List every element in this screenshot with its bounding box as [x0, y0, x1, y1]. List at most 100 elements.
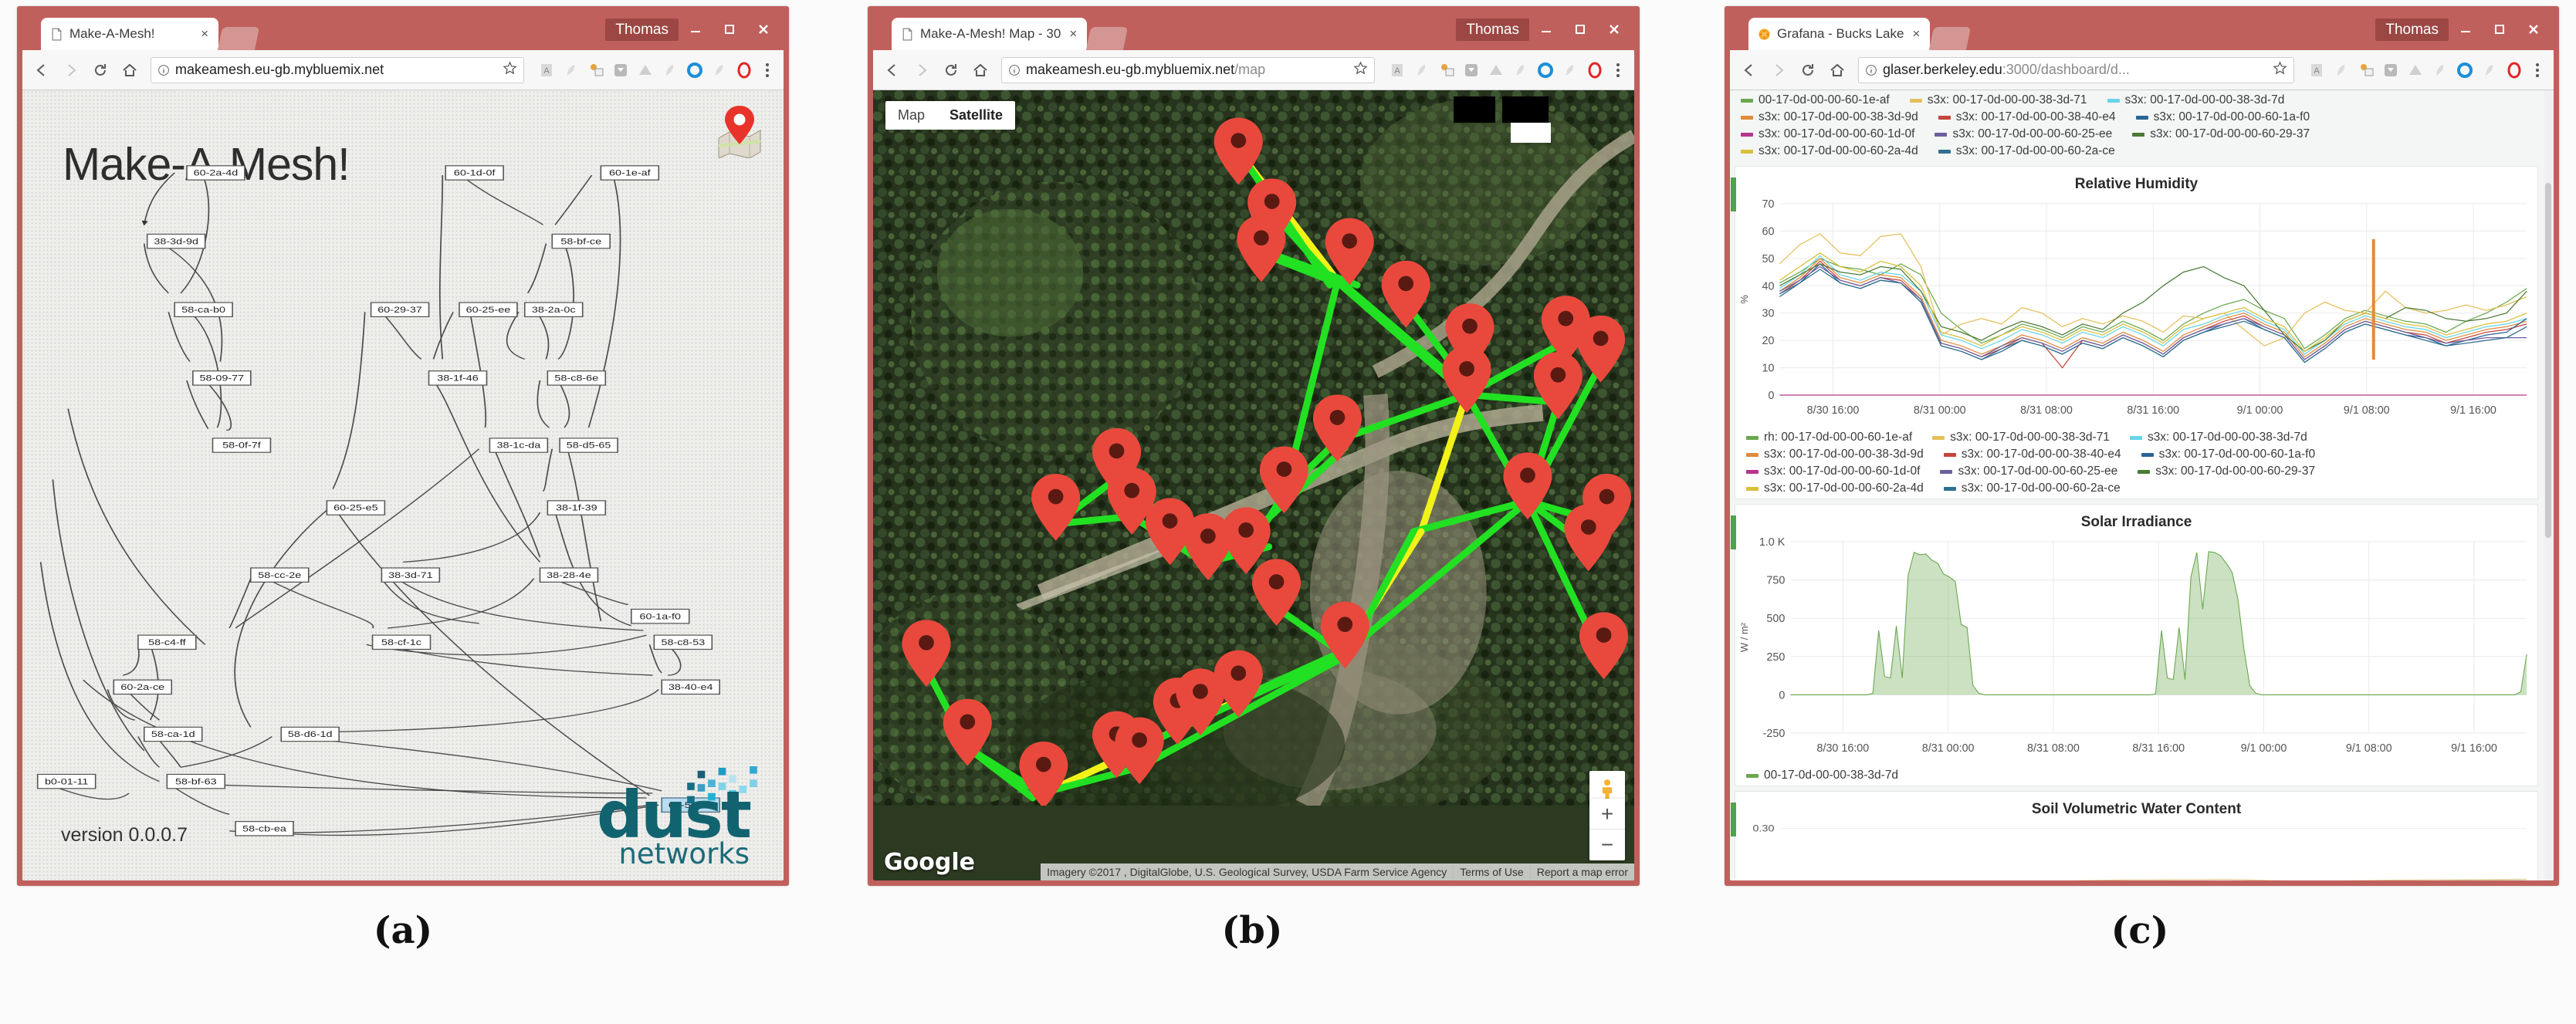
- mesh-node[interactable]: 38-1f-46: [428, 370, 488, 386]
- legend-item[interactable]: s3x: 00-17-0d-00-00-60-1d-0f: [1746, 465, 1920, 478]
- legend-item[interactable]: s3x: 00-17-0d-00-00-38-40-e4: [1938, 110, 2116, 124]
- map-type-control[interactable]: Map Satellite: [885, 101, 1016, 130]
- legend-item[interactable]: s3x: 00-17-0d-00-00-38-40-e4: [1943, 448, 2121, 461]
- dashboard-scrollbar[interactable]: [2544, 90, 2553, 880]
- close-icon[interactable]: ×: [1067, 26, 1079, 42]
- close-icon[interactable]: ×: [198, 26, 211, 42]
- chrome-menu-icon[interactable]: [2527, 59, 2547, 82]
- feather3-extension-icon[interactable]: [2478, 59, 2501, 82]
- close-icon[interactable]: [746, 15, 780, 44]
- mesh-node[interactable]: 38-2a-0c: [523, 302, 584, 318]
- new-tab-button[interactable]: [1086, 27, 1129, 50]
- page-info-icon[interactable]: [1865, 64, 1877, 76]
- fullscreen-control[interactable]: [1511, 123, 1551, 143]
- reload-icon[interactable]: [938, 57, 964, 83]
- opera-extension-icon[interactable]: [1583, 59, 1606, 82]
- chart-relative-humidity[interactable]: 0 10 20 30 40 50 60 70 8/30 16:00 8/31 00:00 8/31 …: [1735, 196, 2537, 428]
- lastpass-extension-icon[interactable]: [584, 59, 608, 82]
- home-icon[interactable]: [117, 57, 143, 83]
- legend-item[interactable]: s3x: 00-17-0d-00-00-60-29-37: [2132, 127, 2310, 141]
- legend-item[interactable]: s3x: 00-17-0d-00-00-60-2a-ce: [1943, 482, 2121, 495]
- legend-item[interactable]: 00-17-0d-00-00-60-1e-af: [1741, 93, 1890, 107]
- mesh-node[interactable]: 60-25-e5: [326, 500, 386, 515]
- reload-icon[interactable]: [87, 57, 113, 83]
- zoom-control[interactable]: + −: [1589, 799, 1625, 860]
- forward-arrow-icon[interactable]: [909, 57, 935, 83]
- address-bar[interactable]: makeamesh.eu-gb.mybluemix.net: [151, 56, 524, 83]
- close-icon[interactable]: ×: [1910, 26, 1922, 42]
- legend-item[interactable]: s3x: 00-17-0d-00-00-38-3d-71: [1932, 431, 2110, 444]
- mesh-node[interactable]: 58-cf-1c: [371, 634, 432, 651]
- close-icon[interactable]: [1597, 15, 1631, 44]
- mesh-node[interactable]: 58-ca-1d: [143, 726, 203, 742]
- pdf-extension-icon[interactable]: A: [2305, 59, 2328, 82]
- opera-extension-icon[interactable]: [733, 59, 756, 82]
- tab-make-a-mesh[interactable]: Make-A-Mesh! ×: [41, 18, 218, 50]
- minimize-icon[interactable]: [679, 15, 713, 44]
- mesh-node[interactable]: 38-40-e4: [661, 679, 720, 695]
- feather-extension-icon[interactable]: [1410, 59, 1434, 82]
- mesh-node[interactable]: 58-0f-7f: [212, 438, 272, 453]
- address-bar[interactable]: glaser.berkeley.edu:3000/dashboard/d...: [1858, 56, 2294, 83]
- legend-item[interactable]: s3x: 00-17-0d-00-00-60-1a-f0: [2135, 110, 2310, 124]
- mesh-node[interactable]: 58-c8-53: [653, 634, 713, 651]
- legend-item[interactable]: s3x: 00-17-0d-00-00-60-29-37: [2138, 465, 2315, 478]
- minimize-icon[interactable]: [2449, 15, 2483, 44]
- forward-arrow-icon[interactable]: [1765, 57, 1792, 83]
- feather-extension-icon[interactable]: [560, 59, 583, 82]
- pocket-extension-icon[interactable]: [1460, 59, 1483, 82]
- mesh-node[interactable]: 58-ca-b0: [174, 302, 233, 318]
- feather2-extension-icon[interactable]: [1509, 59, 1532, 82]
- mesh-node[interactable]: 60-25-ee: [459, 302, 518, 318]
- chart-soil-water[interactable]: 0.300.00: [1735, 821, 2537, 880]
- legend-item[interactable]: s3x: 00-17-0d-00-00-38-3d-7d: [2107, 93, 2284, 107]
- address-bar[interactable]: makeamesh.eu-gb.mybluemix.net/map: [1001, 56, 1375, 83]
- mesh-node[interactable]: 60-29-37: [370, 302, 430, 318]
- legend-item[interactable]: s3x: 00-17-0d-00-00-60-1a-f0: [2141, 448, 2315, 461]
- feather2-extension-icon[interactable]: [2429, 59, 2452, 82]
- minimize-icon[interactable]: [1529, 15, 1563, 44]
- maximize-icon[interactable]: [1563, 15, 1597, 44]
- tab-grafana-bucks-lake[interactable]: Grafana - Bucks Lake ×: [1748, 18, 1931, 50]
- legend-item[interactable]: s3x: 00-17-0d-00-00-60-25-ee: [1940, 465, 2117, 478]
- map-type-satellite[interactable]: Satellite: [937, 101, 1015, 130]
- mesh-node[interactable]: 58-d6-1d: [280, 726, 340, 742]
- feather2-extension-icon[interactable]: [658, 59, 682, 82]
- pdf-extension-icon[interactable]: A: [535, 59, 558, 82]
- user-profile-button[interactable]: Thomas: [1456, 18, 1529, 41]
- feather3-extension-icon[interactable]: [708, 59, 731, 82]
- drive-extension-icon[interactable]: [2404, 59, 2427, 82]
- feather3-extension-icon[interactable]: [1559, 59, 1582, 82]
- mesh-node[interactable]: 58-c4-ff: [137, 634, 197, 651]
- page-info-icon[interactable]: [157, 64, 170, 76]
- back-arrow-icon[interactable]: [29, 57, 55, 83]
- legend-item[interactable]: s3x: 00-17-0d-00-00-60-2a-ce: [1938, 144, 2115, 158]
- bluetooth-extension-icon[interactable]: [1534, 59, 1557, 82]
- mesh-node[interactable]: 58-cc-2e: [250, 567, 310, 583]
- mesh-node[interactable]: 60-1a-f0: [631, 608, 690, 624]
- back-arrow-icon[interactable]: [1736, 57, 1762, 83]
- mesh-node[interactable]: 58-bf-ce: [551, 233, 611, 249]
- legend-item[interactable]: s3x: 00-17-0d-00-00-38-3d-9d: [1746, 448, 1924, 461]
- pdf-extension-icon[interactable]: A: [1386, 59, 1409, 82]
- legend-item[interactable]: s3x: 00-17-0d-00-00-60-2a-4d: [1746, 482, 1924, 495]
- chart-solar-irradiance[interactable]: -250 0 250 500 750 1.0 K 8/30 16:00 8/31 00:00 8…: [1735, 534, 2537, 765]
- maximize-icon[interactable]: [713, 15, 746, 44]
- drive-extension-icon[interactable]: [634, 59, 657, 82]
- legend-item[interactable]: s3x: 00-17-0d-00-00-60-1d-0f: [1741, 127, 1914, 141]
- mesh-node[interactable]: 60-2a-4d: [186, 165, 245, 181]
- user-profile-button[interactable]: Thomas: [2375, 18, 2449, 41]
- report-map-error-link[interactable]: Report a map error: [1529, 863, 1634, 880]
- lastpass-extension-icon[interactable]: [2354, 59, 2378, 82]
- user-profile-button[interactable]: Thomas: [605, 18, 679, 41]
- zoom-in-button[interactable]: +: [1589, 799, 1625, 830]
- new-tab-button[interactable]: [217, 27, 260, 50]
- legend-item[interactable]: 00-17-0d-00-00-38-3d-7d: [1746, 769, 1898, 782]
- feather-extension-icon[interactable]: [2330, 59, 2353, 82]
- legend-item[interactable]: s3x: 00-17-0d-00-00-38-3d-9d: [1741, 110, 1918, 124]
- mesh-node[interactable]: 60-1d-0f: [445, 165, 504, 181]
- zoom-out-button[interactable]: −: [1589, 830, 1625, 860]
- terms-of-use-link[interactable]: Terms of Use: [1453, 863, 1529, 880]
- bluetooth-extension-icon[interactable]: [683, 59, 706, 82]
- legend-item[interactable]: rh: 00-17-0d-00-00-60-1e-af: [1746, 431, 1912, 444]
